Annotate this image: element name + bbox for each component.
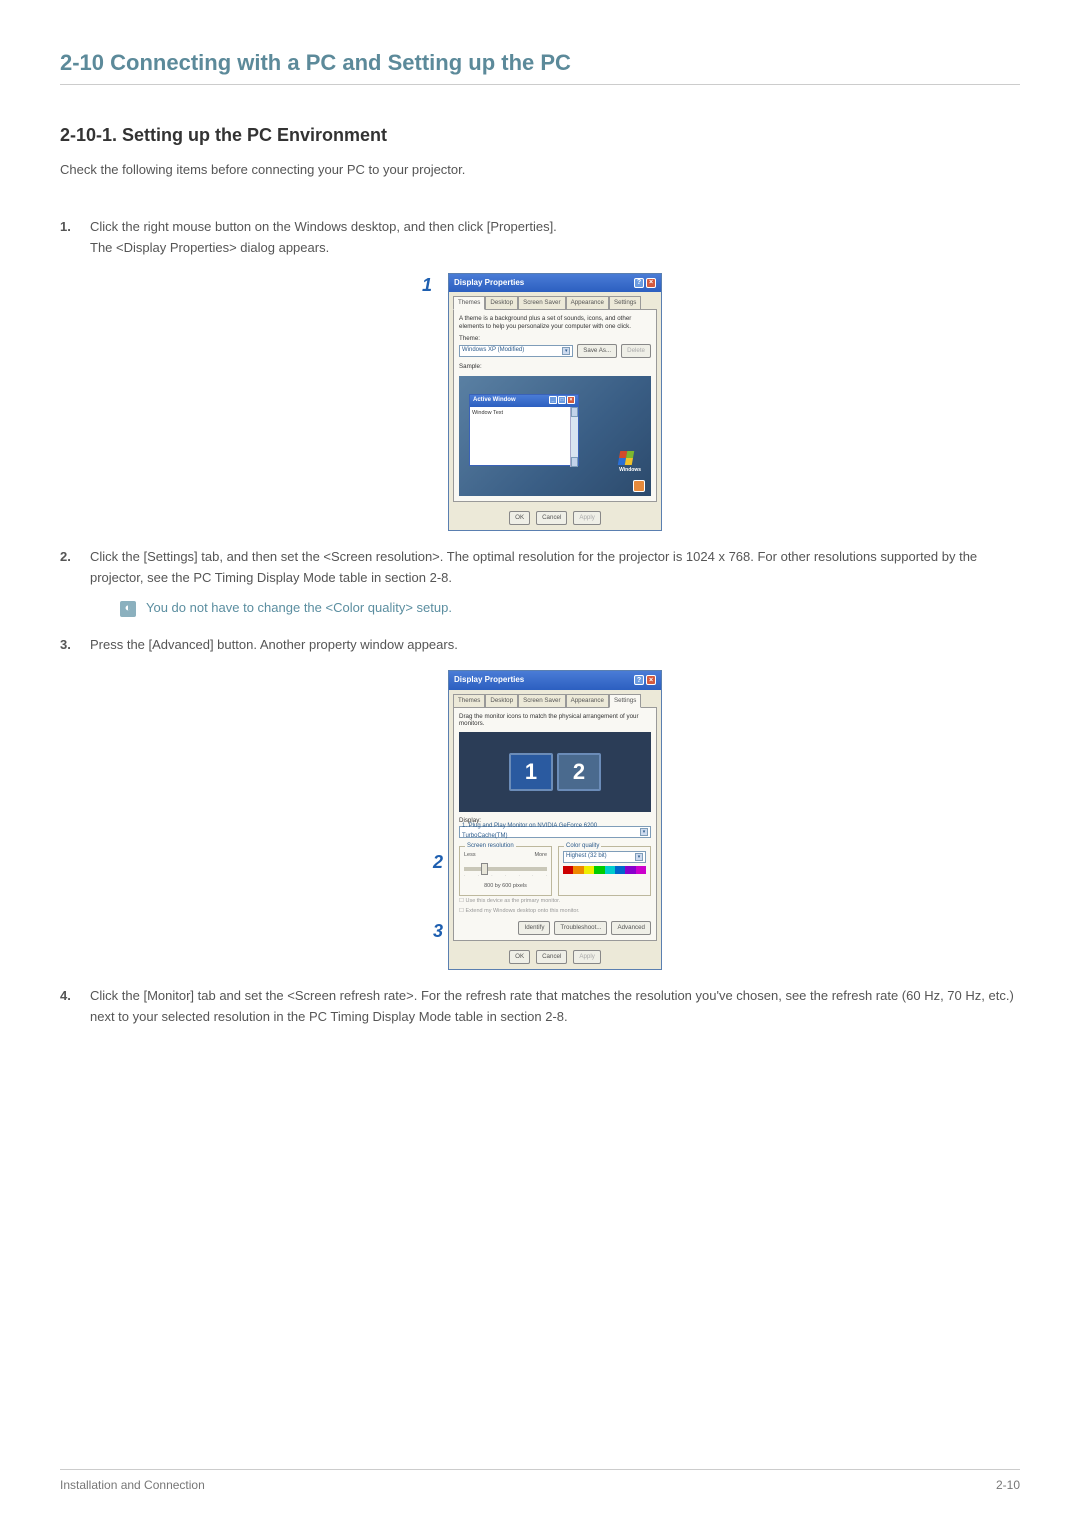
cancel-button[interactable]: Cancel <box>536 950 567 964</box>
recycle-bin-icon <box>633 480 645 492</box>
color-bar <box>563 866 646 874</box>
tab-themes[interactable]: Themes <box>453 296 485 310</box>
windows-logo: Windows <box>619 451 641 474</box>
step-4: Click the [Monitor] tab and set the <Scr… <box>60 986 1020 1028</box>
screen-resolution-group: Screen resolution Less More ······· 800 … <box>459 846 552 896</box>
settings-desc: Drag the monitor icons to match the phys… <box>459 713 651 728</box>
footer-left: Installation and Connection <box>60 1478 205 1492</box>
step-1: Click the right mouse button on the Wind… <box>60 217 1020 531</box>
resolution-slider[interactable] <box>464 867 547 871</box>
primary-monitor-checkbox: ☐ Use this device as the primary monitor… <box>459 896 651 907</box>
tabs-row: Themes Desktop Screen Saver Appearance S… <box>449 292 661 309</box>
troubleshoot-button[interactable]: Troubleshoot... <box>554 921 607 935</box>
step-3-text: Press the [Advanced] button. Another pro… <box>90 637 458 652</box>
window-close-icon: × <box>567 396 575 404</box>
monitor-1-icon[interactable]: 1 <box>509 753 553 791</box>
minimize-icon: _ <box>549 396 557 404</box>
help-icon[interactable]: ? <box>634 675 644 685</box>
page-footer: Installation and Connection 2-10 <box>60 1469 1020 1492</box>
close-icon[interactable]: × <box>646 278 656 288</box>
dropdown-arrow-icon[interactable]: ▾ <box>562 347 570 355</box>
delete-button: Delete <box>621 344 651 358</box>
color-quality-value: Highest (32 bit) <box>566 852 607 862</box>
display-properties-dialog-themes: Display Properties ? × Themes Desktop Sc… <box>448 273 662 531</box>
sample-area: Active Window _ □ × Window Text <box>459 376 651 496</box>
step-1-text: Click the right mouse button on the Wind… <box>90 219 557 234</box>
color-quality-legend: Color quality <box>564 842 601 852</box>
save-as-button[interactable]: Save As... <box>577 344 617 358</box>
less-label: Less <box>464 851 476 860</box>
maximize-icon: □ <box>558 396 566 404</box>
dropdown-arrow-icon[interactable]: ▾ <box>635 853 643 861</box>
active-window-title: Active Window <box>473 396 516 406</box>
extend-desktop-checkbox: ☐ Extend my Windows desktop onto this mo… <box>459 906 651 917</box>
tab-themes[interactable]: Themes <box>453 694 485 708</box>
monitor-2-icon[interactable]: 2 <box>557 753 601 791</box>
tab-body-settings: Drag the monitor icons to match the phys… <box>453 707 657 941</box>
windows-brand-text: Windows <box>619 466 641 474</box>
step-4-text: Click the [Monitor] tab and set the <Scr… <box>90 988 1014 1024</box>
dialog-buttons: OK Cancel Apply <box>449 945 661 969</box>
note-icon: ◐ <box>120 601 136 617</box>
advanced-button[interactable]: Advanced <box>611 921 651 935</box>
scrollbar <box>570 407 578 467</box>
help-icon[interactable]: ? <box>634 278 644 288</box>
dialog-titlebar: Display Properties ? × <box>449 671 661 690</box>
tab-screensaver[interactable]: Screen Saver <box>518 694 566 708</box>
step-2: Click the [Settings] tab, and then set t… <box>60 547 1020 619</box>
resolution-value: 800 by 600 pixels <box>464 882 547 891</box>
step-2-text: Click the [Settings] tab, and then set t… <box>90 549 977 585</box>
sample-label: Sample: <box>459 362 651 372</box>
more-label: More <box>534 851 547 860</box>
ok-button[interactable]: OK <box>509 950 530 964</box>
color-quality-group: Color quality Highest (32 bit) ▾ <box>558 846 651 896</box>
tab-appearance[interactable]: Appearance <box>566 296 609 310</box>
tab-appearance[interactable]: Appearance <box>566 694 609 708</box>
apply-button: Apply <box>573 950 600 964</box>
callout-2: 2 <box>433 848 443 877</box>
resolution-legend: Screen resolution <box>465 842 516 852</box>
display-select[interactable]: 1. Plug and Play Monitor on NVIDIA GeFor… <box>459 826 651 838</box>
theme-label: Theme: <box>459 334 651 344</box>
step-3: Press the [Advanced] button. Another pro… <box>60 635 1020 970</box>
window-text: Window Text <box>472 410 503 416</box>
display-value: 1. Plug and Play Monitor on NVIDIA GeFor… <box>462 822 640 841</box>
theme-value: Windows XP (Modified) <box>462 346 524 356</box>
callout-1: 1 <box>422 271 432 300</box>
dropdown-arrow-icon[interactable]: ▾ <box>640 828 648 836</box>
theme-select[interactable]: Windows XP (Modified) ▾ <box>459 345 573 357</box>
display-properties-dialog-settings: Display Properties ? × Themes Desktop Sc… <box>448 670 662 970</box>
dialog-title: Display Properties <box>454 674 524 687</box>
themes-desc: A theme is a background plus a set of so… <box>459 315 651 330</box>
section-title: 2-10 Connecting with a PC and Setting up… <box>60 50 1020 85</box>
close-icon[interactable]: × <box>646 675 656 685</box>
step-1-sub: The <Display Properties> dialog appears. <box>90 240 329 255</box>
tabs-row: Themes Desktop Screen Saver Appearance S… <box>449 690 661 707</box>
dialog-titlebar: Display Properties ? × <box>449 274 661 293</box>
tab-settings[interactable]: Settings <box>609 694 641 708</box>
tab-desktop[interactable]: Desktop <box>485 694 518 708</box>
subsection-title: 2-10-1. Setting up the PC Environment <box>60 125 1020 146</box>
identify-button[interactable]: Identify <box>518 921 550 935</box>
note-text: You do not have to change the <Color qua… <box>146 598 452 619</box>
sample-active-window: Active Window _ □ × Window Text <box>469 394 579 466</box>
slider-thumb[interactable] <box>481 863 488 875</box>
apply-button: Apply <box>573 511 600 525</box>
color-quality-select[interactable]: Highest (32 bit) ▾ <box>563 851 646 863</box>
note: ◐ You do not have to change the <Color q… <box>120 598 1020 619</box>
cancel-button[interactable]: Cancel <box>536 511 567 525</box>
tab-desktop[interactable]: Desktop <box>485 296 518 310</box>
monitor-arrangement[interactable]: 1 2 <box>459 732 651 812</box>
tab-screensaver[interactable]: Screen Saver <box>518 296 566 310</box>
footer-right: 2-10 <box>996 1478 1020 1492</box>
ok-button[interactable]: OK <box>509 511 530 525</box>
dialog-buttons: OK Cancel Apply <box>449 506 661 530</box>
callout-3: 3 <box>433 917 443 946</box>
intro-text: Check the following items before connect… <box>60 162 1020 177</box>
tab-body-themes: A theme is a background plus a set of so… <box>453 309 657 502</box>
tab-settings[interactable]: Settings <box>609 296 641 310</box>
dialog-title: Display Properties <box>454 277 524 290</box>
